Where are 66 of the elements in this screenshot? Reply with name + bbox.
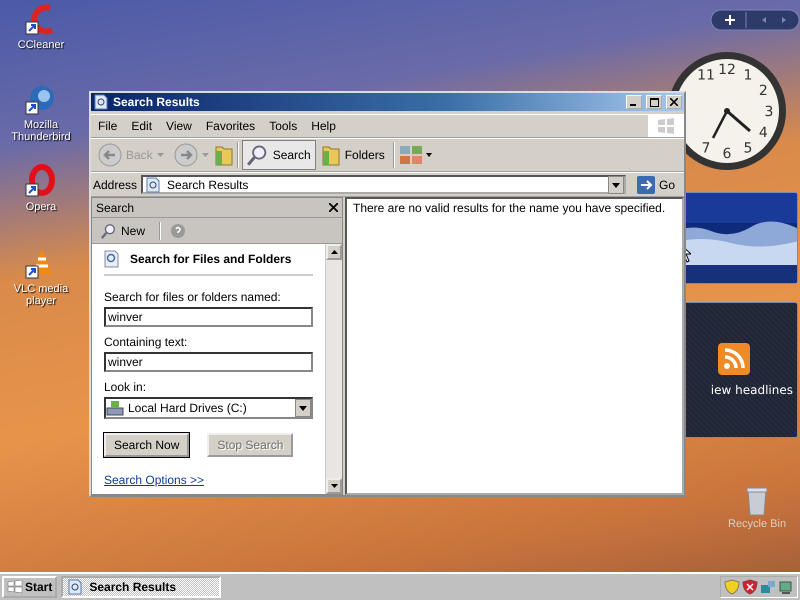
minimize-button[interactable] [626,95,642,109]
look-in-dropdown[interactable]: Local Hard Drives (C:) [104,397,313,419]
menu-item[interactable]: View [159,116,199,136]
menu-item[interactable]: Tools [262,116,304,136]
search-icon [101,222,117,238]
field-label: Search for files or folders named: [104,290,282,304]
arrow-right-icon [636,176,655,194]
shield-error-icon[interactable] [742,579,758,595]
hour-hand [726,110,751,132]
taskbar-button[interactable]: Search Results [61,576,222,598]
gadget-controls[interactable] [710,9,800,31]
maximize-button[interactable] [646,95,662,109]
clock-numeral: 4 [758,125,768,141]
rss-icon[interactable] [718,343,750,375]
close-icon [670,98,678,106]
field-label: Containing text: [104,335,188,349]
minute-hand [712,110,728,139]
field-label: Look in: [104,380,148,394]
text-input-field[interactable]: winver [104,352,313,372]
search-icon [246,144,269,166]
text-input-field[interactable]: winver [104,307,313,327]
scrollbar[interactable] [325,244,342,494]
go-button[interactable]: Go [630,174,682,195]
address-field[interactable]: Search Results [141,175,626,194]
menu-item[interactable]: Favorites [198,116,262,136]
menu-item[interactable]: Help [304,116,343,136]
pane-title: Search [96,200,134,214]
start-button[interactable]: Start [2,576,58,598]
address-label: Address [93,178,138,192]
clock-numeral: 5 [744,140,752,156]
help-icon[interactable] [170,222,186,238]
new-search-button[interactable]: New [96,220,150,242]
clock-numeral: 11 [697,68,715,84]
close-button[interactable] [666,95,682,109]
close-icon[interactable] [329,203,338,212]
window-title: Search Results [113,95,201,109]
clock-numeral: 7 [702,140,710,156]
menu-item[interactable]: File [91,116,124,136]
scroll-down-icon[interactable] [330,484,338,488]
ring-icon[interactable] [24,164,58,198]
search-options-link[interactable]: Search Options >> [104,473,204,487]
document-search-icon [93,94,109,110]
clock-numeral: 2 [758,83,768,99]
search-document-icon [104,250,120,268]
clock-numeral: 6 [722,146,732,162]
clock-numeral: 1 [744,68,752,84]
desktop-icon-label[interactable]: Opera [26,201,56,213]
document-search-icon [145,176,162,192]
maximize-icon [650,98,658,106]
feed-label[interactable]: iew headlines [710,383,793,397]
desktop-icon-label[interactable]: Mozilla Thunderbird [6,119,76,143]
desktop-icon-label[interactable]: CCleaner [18,39,64,51]
menu-item[interactable]: Edit [124,116,160,136]
clock-numeral: 12 [718,62,736,78]
folders-button[interactable]: Folders [316,140,390,170]
document-search-icon [67,579,84,595]
clock-numeral: 3 [764,104,774,120]
results-message: There are no valid results for the name you have specified. [353,201,666,215]
search-action-button[interactable]: Search Now [104,433,190,457]
drive-icon [106,400,124,416]
search-button[interactable]: Search [242,140,316,170]
recycle-bin-icon[interactable] [745,486,770,516]
computer-icon[interactable] [778,579,794,595]
section-heading: Search for Files and Folders [130,252,292,266]
windows-flag-icon [7,580,23,594]
scroll-up-icon[interactable] [330,250,338,254]
